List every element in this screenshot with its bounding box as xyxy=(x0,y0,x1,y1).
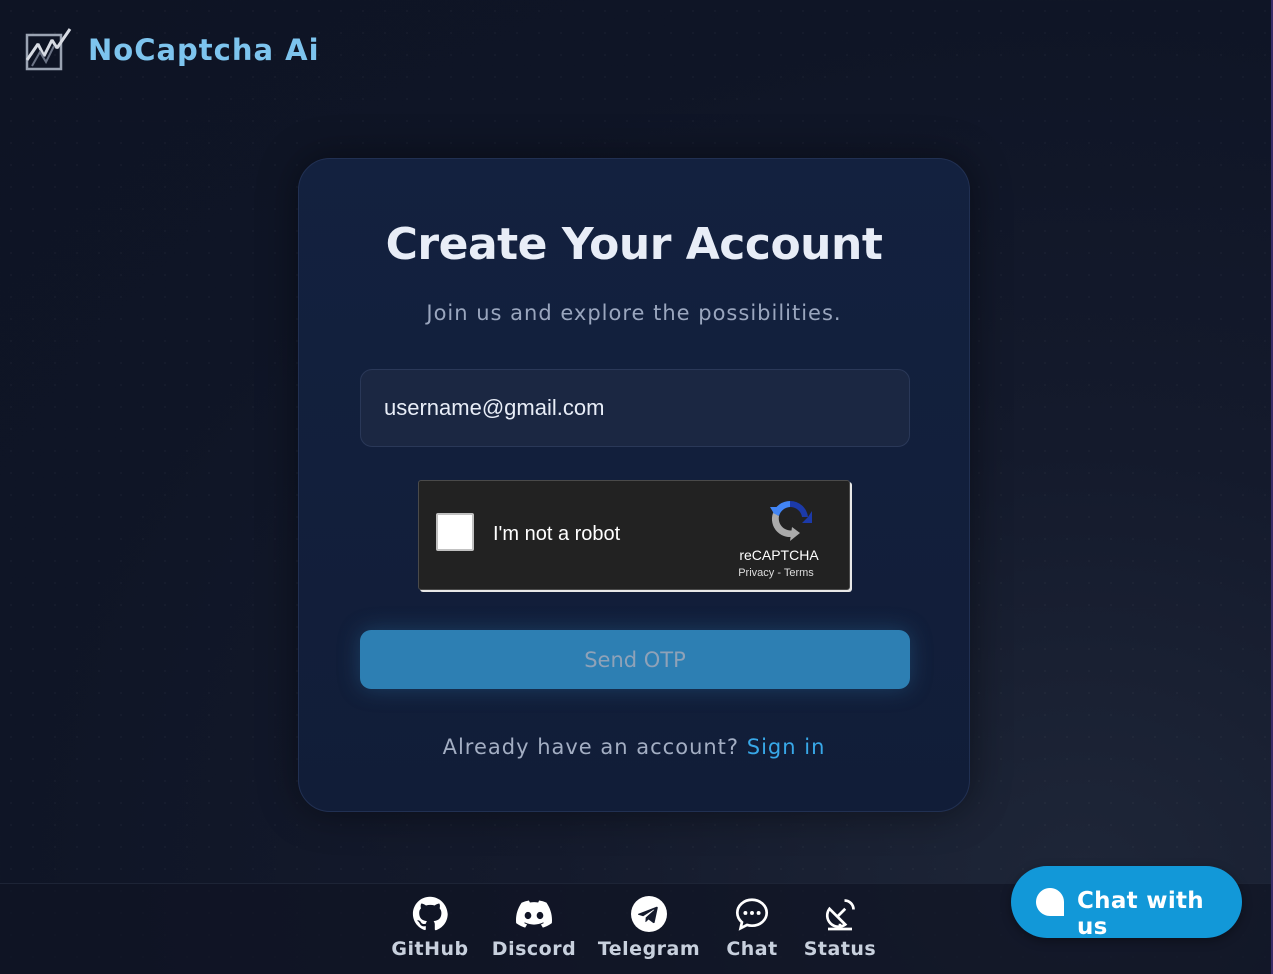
footer-link-discord[interactable]: Discord xyxy=(480,896,588,960)
recaptcha-links: Privacy - Terms xyxy=(721,567,831,579)
discord-icon xyxy=(516,900,552,928)
footer-link-status[interactable]: Status xyxy=(794,896,886,960)
signin-prompt: Already have an account? xyxy=(442,735,740,759)
recaptcha-terms-link[interactable]: Terms xyxy=(784,567,814,579)
email-field[interactable] xyxy=(360,369,910,447)
chat-bubble-icon xyxy=(1036,888,1064,916)
brand-name: NoCaptcha Ai xyxy=(88,33,320,67)
signin-prompt-line: Already have an account? Sign in xyxy=(299,735,969,759)
status-icon xyxy=(825,899,855,931)
recaptcha-widget: I'm not a robot reCAPTCHA Privacy - Term… xyxy=(418,480,850,590)
brand-link[interactable]: NoCaptcha Ai xyxy=(24,26,320,74)
footer-link-telegram[interactable]: Telegram xyxy=(588,896,710,960)
footer-link-github[interactable]: GitHub xyxy=(380,896,480,960)
footer-link-chat[interactable]: Chat xyxy=(710,896,794,960)
footer-link-label: Telegram xyxy=(597,938,701,960)
page-title: Create Your Account xyxy=(385,219,883,270)
footer-links: GitHub Discord Telegram Chat Status xyxy=(380,896,886,960)
recaptcha-checkbox[interactable] xyxy=(436,513,474,551)
footer-link-label: Chat xyxy=(726,938,778,960)
footer-link-label: GitHub xyxy=(391,938,469,960)
telegram-icon xyxy=(631,896,667,932)
signin-link[interactable]: Sign in xyxy=(747,735,826,759)
footer-link-label: Discord xyxy=(491,938,577,960)
send-otp-button[interactable]: Send OTP xyxy=(360,630,910,689)
recaptcha-brand: reCAPTCHA xyxy=(739,547,819,563)
recaptcha-label: I'm not a robot xyxy=(493,523,621,545)
chat-with-us-label: Chat with us xyxy=(1077,888,1204,940)
chat-icon xyxy=(735,898,769,931)
recaptcha-privacy-link[interactable]: Privacy xyxy=(738,567,774,579)
github-icon xyxy=(412,896,448,931)
footer-link-label: Status xyxy=(803,938,877,960)
recaptcha-logo-icon xyxy=(770,500,812,541)
chat-with-us-button[interactable]: Chat with us xyxy=(1011,866,1242,940)
nocaptcha-logo-icon xyxy=(25,28,72,71)
signup-card: Create Your Account Join us and explore … xyxy=(298,158,970,812)
page-subtitle: Join us and explore the possibilities. xyxy=(426,301,842,325)
recaptcha-links-separator: - xyxy=(774,567,784,579)
